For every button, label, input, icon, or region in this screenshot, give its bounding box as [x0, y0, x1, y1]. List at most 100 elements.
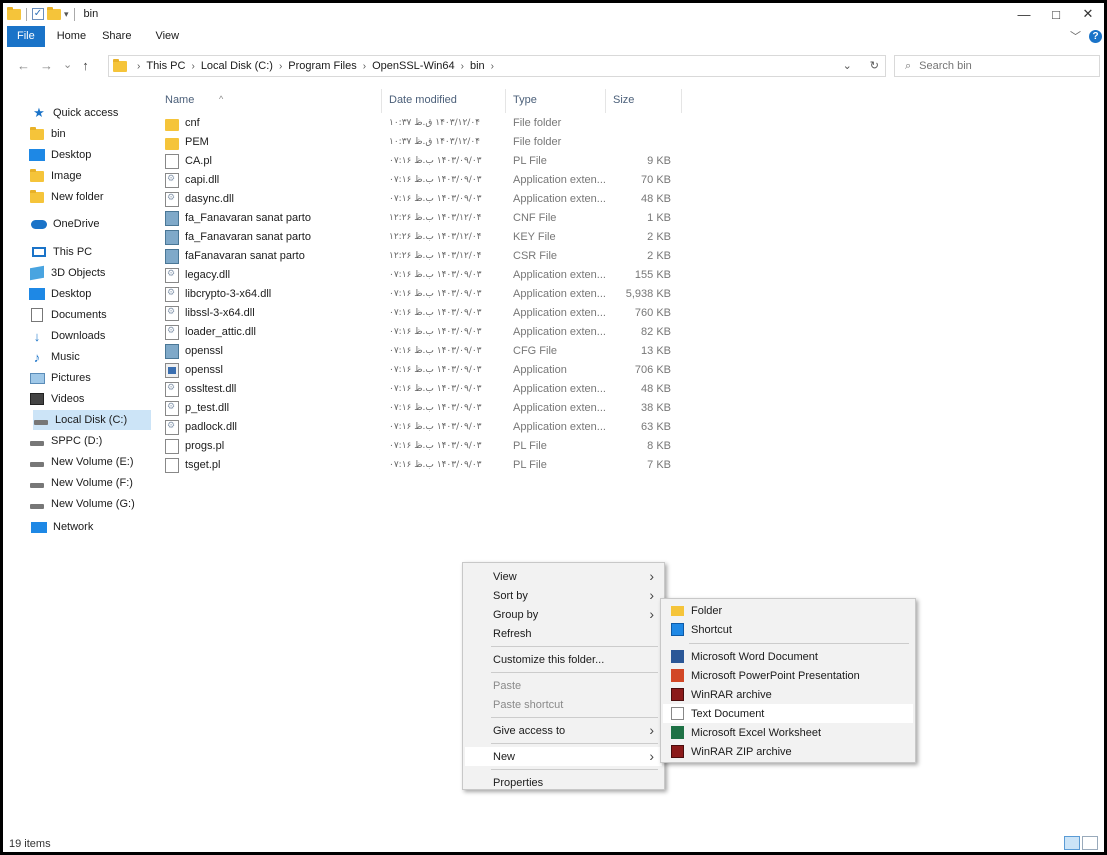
breadcrumb-chevron-icon[interactable]: › — [137, 61, 140, 72]
sidebar-item-onedrive[interactable]: OneDrive — [31, 214, 151, 234]
new-item-microsoft-powerpoint-presentation[interactable]: Microsoft PowerPoint Presentation — [663, 666, 913, 685]
column-divider[interactable] — [605, 89, 606, 113]
table-row[interactable]: p_test.dll ۱۴۰۳/۰۹/۰۳ ب.ظ ۰۷:۱۶ Applicatio… — [163, 400, 693, 418]
new-item-winrar-archive[interactable]: WinRAR archive — [663, 685, 913, 704]
breadcrumb-item[interactable]: Program Files — [288, 60, 356, 72]
sidebar-item-this-pc[interactable]: This PC — [31, 242, 151, 262]
new-item-microsoft-word-document[interactable]: Microsoft Word Document — [663, 647, 913, 666]
table-row[interactable]: openssl ۱۴۰۳/۰۹/۰۳ ب.ظ ۰۷:۱۶ CFG File 13 KB — [163, 343, 693, 361]
sidebar-item-new-folder[interactable]: New folder — [29, 187, 149, 207]
address-dropdown-icon[interactable]: ⌄ — [843, 59, 852, 72]
sidebar-item-music[interactable]: ♪ Music — [29, 347, 149, 367]
column-divider[interactable] — [681, 89, 682, 113]
table-row[interactable]: cnf ۱۴۰۳/۱۲/۰۴ ق.ظ ۱۰:۳۷ File folder — [163, 115, 693, 133]
breadcrumb-item[interactable]: bin — [470, 60, 485, 72]
table-row[interactable]: capi.dll ۱۴۰۳/۰۹/۰۳ ب.ظ ۰۷:۱۶ Application … — [163, 172, 693, 190]
menu-item-group-by[interactable]: Group by › — [465, 605, 662, 624]
breadcrumb-chevron-icon[interactable]: › — [191, 61, 194, 72]
tab-share[interactable]: Share — [98, 30, 143, 42]
menu-item-properties[interactable]: Properties — [465, 773, 662, 792]
column-name[interactable]: Name — [165, 94, 194, 106]
new-item-folder[interactable]: Folder — [663, 601, 913, 620]
menu-item-new[interactable]: New › — [465, 747, 662, 766]
back-arrow-icon[interactable]: ← — [17, 58, 30, 73]
column-size[interactable]: Size — [613, 94, 634, 106]
sidebar-item-bin[interactable]: bin — [29, 124, 149, 144]
details-view-icon[interactable] — [1064, 836, 1080, 850]
expand-ribbon-icon[interactable]: ﹀ — [1070, 28, 1081, 44]
table-row[interactable]: tsget.pl ۱۴۰۳/۰۹/۰۳ ب.ظ ۰۷:۱۶ PL File 7 KB — [163, 457, 693, 475]
sidebar-item-3d-objects[interactable]: 3D Objects — [29, 263, 149, 283]
address-bar[interactable]: › This PC › Local Disk (C:) › Program Files › O… — [108, 55, 886, 77]
close-button[interactable]: ✕ — [1072, 3, 1104, 25]
table-row[interactable]: ossltest.dll ۱۴۰۳/۰۹/۰۳ ب.ظ ۰۷:۱۶ Applicat… — [163, 381, 693, 399]
file-type: CNF File — [513, 212, 557, 224]
sidebar-item-network[interactable]: Network — [31, 517, 151, 537]
table-row[interactable]: progs.pl ۱۴۰۳/۰۹/۰۳ ب.ظ ۰۷:۱۶ PL File 8 KB — [163, 438, 693, 456]
sidebar-item-desktop[interactable]: Desktop — [29, 145, 149, 165]
sidebar-item-desktop[interactable]: Desktop — [29, 284, 149, 304]
sidebar-item-quick-access[interactable]: ★ Quick access — [31, 103, 151, 123]
table-row[interactable]: loader_attic.dll ۱۴۰۳/۰۹/۰۳ ب.ظ ۰۷:۱۶ Appl… — [163, 324, 693, 342]
tab-file[interactable]: File — [7, 25, 45, 47]
large-icons-view-icon[interactable] — [1082, 836, 1098, 850]
menu-item-customize-this-folder[interactable]: Customize this folder... — [465, 650, 662, 669]
table-row[interactable]: fa_Fanavaran sanat parto ۱۴۰۳/۱۲/۰۴ ب.ظ ۱… — [163, 229, 693, 247]
new-item-text-document[interactable]: Text Document — [663, 704, 913, 723]
folder-icon — [29, 126, 45, 141]
table-row[interactable]: fa_Fanavaran sanat parto ۱۴۰۳/۱۲/۰۴ ب.ظ ۱… — [163, 210, 693, 228]
new-item-microsoft-excel-worksheet[interactable]: Microsoft Excel Worksheet — [663, 723, 913, 742]
sidebar-item-documents[interactable]: Documents — [29, 305, 149, 325]
table-row[interactable]: dasync.dll ۱۴۰۳/۰۹/۰۳ ب.ظ ۰۷:۱۶ Applicatio… — [163, 191, 693, 209]
folder-icon — [671, 606, 684, 616]
sidebar-item-new-volume-g[interactable]: New Volume (G:) — [29, 494, 149, 514]
table-row[interactable]: libcrypto-3-x64.dll ۱۴۰۳/۰۹/۰۳ ب.ظ ۰۷:۱۶ A… — [163, 286, 693, 304]
menu-item-refresh[interactable]: Refresh — [465, 624, 662, 643]
recent-locations-icon[interactable]: ⌄ — [63, 58, 72, 73]
sidebar-item-image[interactable]: Image — [29, 166, 149, 186]
breadcrumb-item[interactable]: Local Disk (C:) — [201, 60, 273, 72]
breadcrumb-chevron-icon[interactable]: › — [461, 61, 464, 72]
table-row[interactable]: CA.pl ۱۴۰۳/۰۹/۰۳ ب.ظ ۰۷:۱۶ PL File 9 KB — [163, 153, 693, 171]
menu-item-sort-by[interactable]: Sort by › — [465, 586, 662, 605]
table-row[interactable]: faFanavaran sanat parto ۱۴۰۳/۱۲/۰۴ ب.ظ ۱۲… — [163, 248, 693, 266]
customize-toolbar-dropdown-icon[interactable]: ▾ — [64, 9, 69, 20]
search-box[interactable]: ⌕ — [894, 55, 1100, 77]
table-row[interactable]: padlock.dll ۱۴۰۳/۰۹/۰۳ ب.ظ ۰۷:۱۶ Applicati… — [163, 419, 693, 437]
sidebar-item-videos[interactable]: Videos — [29, 389, 149, 409]
sidebar-item-new-volume-f[interactable]: New Volume (F:) — [29, 473, 149, 493]
new-folder-icon[interactable] — [47, 6, 61, 20]
column-divider[interactable] — [381, 89, 382, 113]
tab-view[interactable]: View — [143, 30, 191, 42]
column-type[interactable]: Type — [513, 94, 537, 106]
forward-arrow-icon[interactable]: → — [40, 58, 53, 73]
tab-home[interactable]: Home — [45, 30, 98, 42]
breadcrumb-item[interactable]: This PC — [146, 60, 185, 72]
table-row[interactable]: PEM ۱۴۰۳/۱۲/۰۴ ق.ظ ۱۰:۳۷ File folder — [163, 134, 693, 152]
help-icon[interactable]: ? — [1089, 29, 1102, 43]
sidebar-item-downloads[interactable]: ↓ Downloads — [29, 326, 149, 346]
column-divider[interactable] — [505, 89, 506, 113]
table-row[interactable]: legacy.dll ۱۴۰۳/۰۹/۰۳ ب.ظ ۰۷:۱۶ Applicatio… — [163, 267, 693, 285]
sidebar-item-local-disk-c[interactable]: Local Disk (C:) — [33, 410, 151, 430]
new-item-shortcut[interactable]: Shortcut — [663, 620, 913, 639]
breadcrumb-chevron-icon[interactable]: › — [279, 61, 282, 72]
maximize-button[interactable]: □ — [1040, 3, 1072, 25]
sidebar-item-pictures[interactable]: Pictures — [29, 368, 149, 388]
search-input[interactable] — [919, 60, 1080, 72]
column-date-modified[interactable]: Date modified — [389, 94, 457, 106]
new-item-winrar-zip-archive[interactable]: WinRAR ZIP archive — [663, 742, 913, 761]
refresh-icon[interactable]: ↻ — [870, 59, 879, 72]
table-row[interactable]: openssl ۱۴۰۳/۰۹/۰۳ ب.ظ ۰۷:۱۶ Application 70… — [163, 362, 693, 380]
menu-item-view[interactable]: View › — [465, 567, 662, 586]
breadcrumb-chevron-icon[interactable]: › — [363, 61, 366, 72]
sidebar-item-new-volume-e[interactable]: New Volume (E:) — [29, 452, 149, 472]
breadcrumb-chevron-icon[interactable]: › — [491, 61, 494, 72]
table-row[interactable]: libssl-3-x64.dll ۱۴۰۳/۰۹/۰۳ ب.ظ ۰۷:۱۶ Appl… — [163, 305, 693, 323]
sidebar-item-sppc-d[interactable]: SPPC (D:) — [29, 431, 149, 451]
properties-check-icon[interactable]: ✓ — [32, 8, 44, 20]
up-arrow-icon[interactable]: ↑ — [82, 58, 89, 73]
minimize-button[interactable]: — — [1008, 3, 1040, 25]
breadcrumb-item[interactable]: OpenSSL-Win64 — [372, 60, 455, 72]
menu-item-give-access-to[interactable]: Give access to › — [465, 721, 662, 740]
